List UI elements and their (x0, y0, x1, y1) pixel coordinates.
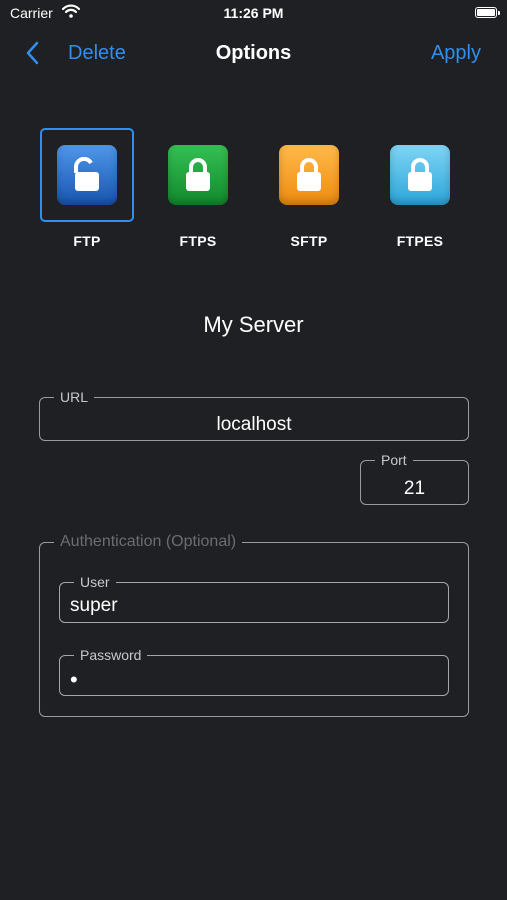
protocol-ftpes[interactable]: FTPES (373, 128, 467, 253)
status-bar: Carrier 11:26 PM (0, 0, 507, 28)
protocol-ftp[interactable]: FTP (40, 128, 134, 253)
user-value[interactable]: super (70, 595, 118, 617)
protocol-selector: FTP FTPS SFTP FTPES (0, 128, 507, 258)
protocol-ftps[interactable]: FTPS (151, 128, 245, 253)
protocol-label: FTP (73, 233, 101, 249)
url-field[interactable]: URL localhost (39, 390, 469, 441)
port-value[interactable]: 21 (361, 478, 468, 500)
lock-icon (390, 145, 450, 205)
user-label: User (80, 574, 110, 590)
port-label: Port (381, 452, 407, 468)
protocol-label: FTPES (396, 233, 444, 249)
server-name[interactable]: My Server (0, 312, 507, 338)
password-label: Password (80, 647, 142, 663)
protocol-sftp[interactable]: SFTP (262, 128, 356, 253)
password-field[interactable]: Password • (59, 648, 449, 696)
lock-open-icon (57, 145, 117, 205)
protocol-label: SFTP (290, 233, 328, 249)
user-field[interactable]: User super (59, 575, 449, 623)
authentication-group: Authentication (Optional) User super Pas… (39, 533, 469, 717)
apply-button[interactable]: Apply (431, 42, 481, 65)
lock-icon (279, 145, 339, 205)
authentication-title: Authentication (Optional) (60, 533, 237, 550)
battery-icon (475, 7, 500, 18)
lock-icon (168, 145, 228, 205)
url-label: URL (60, 389, 89, 405)
port-field[interactable]: Port 21 (360, 453, 469, 505)
password-value[interactable]: • (70, 667, 78, 693)
protocol-label: FTPS (179, 233, 217, 249)
status-time: 11:26 PM (223, 5, 284, 21)
navigation-bar: Delete Options Apply (0, 36, 507, 70)
url-value[interactable]: localhost (40, 414, 468, 436)
